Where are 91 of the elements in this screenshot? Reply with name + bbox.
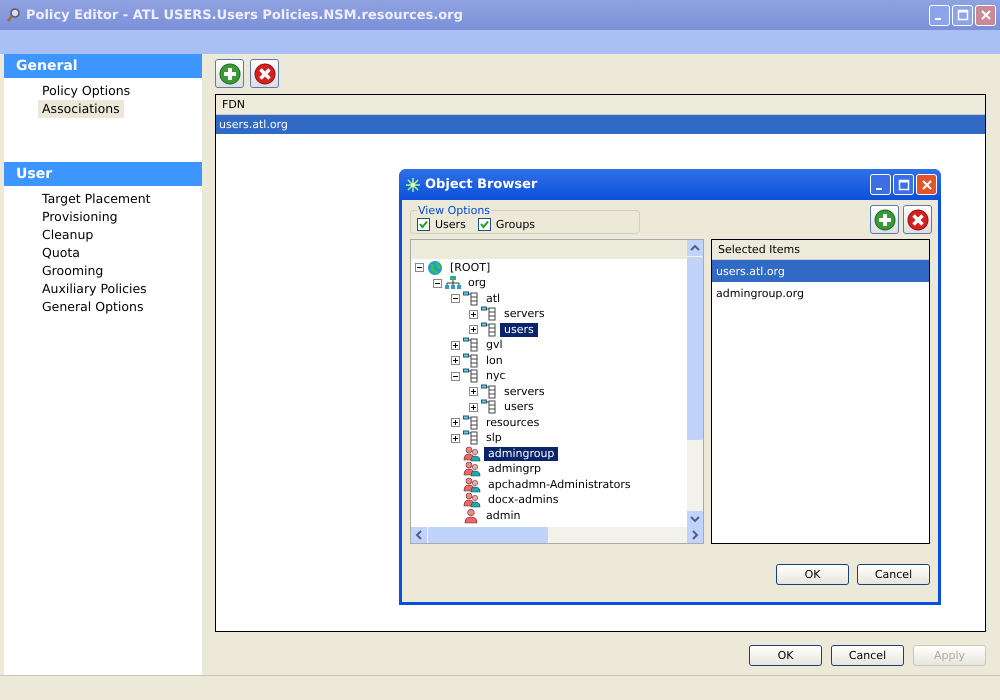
sidebar-item[interactable]: General Options — [38, 298, 148, 316]
expander-icon[interactable] — [469, 325, 478, 334]
remove-button[interactable] — [903, 205, 932, 234]
maximize-button[interactable] — [893, 174, 914, 195]
tree-item[interactable]: servers — [500, 307, 549, 322]
sidebar-item[interactable]: Cleanup — [38, 226, 98, 244]
minimize-button[interactable] — [870, 174, 891, 195]
container-icon — [463, 337, 479, 354]
expander-icon[interactable] — [451, 418, 460, 428]
expander-icon[interactable] — [415, 263, 424, 272]
remove-button[interactable] — [250, 59, 279, 88]
user-group-icon — [463, 446, 481, 462]
tree-item[interactable]: admin — [482, 508, 524, 523]
container-icon — [463, 352, 479, 369]
magnifier-icon — [6, 7, 22, 23]
container-icon — [481, 399, 497, 416]
tree-item[interactable]: slp — [482, 431, 506, 446]
tree-item[interactable]: [ROOT] — [446, 260, 494, 275]
container-icon — [463, 290, 479, 307]
globe-icon — [427, 260, 443, 276]
sidebar-item[interactable]: Associations — [38, 100, 124, 118]
sidebar-item[interactable]: Policy Options — [38, 82, 134, 100]
user-icon — [463, 508, 479, 524]
container-icon — [481, 384, 497, 400]
tree-item[interactable]: atl — [482, 292, 504, 306]
column-header[interactable]: FDN — [216, 98, 246, 111]
container-icon — [463, 430, 479, 446]
table-row[interactable]: users.atl.org — [216, 115, 985, 134]
tree-item[interactable]: nyc — [482, 369, 510, 384]
checkbox[interactable]: Users — [417, 218, 466, 230]
add-button[interactable] — [870, 205, 899, 234]
dialog-title: Object Browser — [425, 177, 538, 192]
column-header[interactable]: Selected Items — [712, 240, 929, 260]
sparkle-icon — [405, 176, 421, 192]
container-icon — [481, 322, 497, 338]
close-icon — [920, 178, 932, 190]
hierarchy-icon — [445, 275, 461, 292]
tree-item[interactable]: docx-admins — [484, 493, 562, 508]
dialog-button[interactable]: Cancel — [857, 564, 930, 585]
close-icon — [980, 9, 992, 21]
maximize-icon — [956, 9, 968, 21]
user-group-icon — [463, 476, 481, 493]
container-icon — [481, 306, 497, 322]
add-button[interactable] — [215, 59, 244, 88]
dialog-button[interactable]: OK — [749, 645, 822, 666]
tree-item[interactable]: apchadmn-Administrators — [484, 478, 635, 492]
minimize-icon — [876, 188, 882, 190]
expander-icon[interactable] — [469, 310, 478, 319]
user-group-icon — [463, 461, 481, 478]
tree-item[interactable]: gvl — [482, 338, 507, 352]
sidebar-item[interactable]: Provisioning — [38, 208, 122, 226]
sidebar-item[interactable]: Target Placement — [38, 190, 155, 208]
expander-icon[interactable] — [451, 372, 460, 381]
user-group-icon — [463, 492, 481, 508]
container-icon — [463, 368, 479, 384]
expander-icon[interactable] — [451, 434, 460, 443]
expander-icon[interactable] — [433, 278, 442, 288]
sidebar-item[interactable]: Auxiliary Policies — [38, 280, 151, 298]
minimize-button[interactable] — [929, 4, 950, 26]
expander-icon[interactable] — [469, 402, 478, 412]
close-button[interactable] — [916, 174, 937, 195]
dialog-button[interactable]: Cancel — [831, 645, 904, 666]
checkbox-box[interactable] — [478, 218, 491, 230]
group-title: View Options — [417, 204, 492, 217]
list-item[interactable]: admingroup.org — [712, 282, 929, 304]
expander-icon[interactable] — [451, 356, 460, 366]
expander-icon[interactable] — [451, 294, 460, 304]
minimize-icon — [934, 18, 940, 20]
tree-item[interactable]: resources — [482, 416, 544, 430]
section-header: General — [4, 54, 202, 78]
maximize-button[interactable] — [952, 4, 973, 26]
tree-item[interactable]: admingroup — [484, 446, 558, 461]
sidebar-item[interactable]: Quota — [38, 244, 84, 262]
tree-item[interactable]: servers — [500, 384, 549, 399]
tree-item[interactable]: org — [464, 276, 490, 290]
window-title: Policy Editor - ATL USERS.Users Policies.NSM.resources.org — [26, 8, 464, 22]
sidebar-item[interactable]: Grooming — [38, 262, 108, 280]
container-icon — [463, 414, 479, 431]
close-button[interactable] — [975, 4, 996, 26]
expander-icon[interactable] — [469, 387, 478, 396]
tree-item[interactable]: users — [500, 322, 538, 337]
maximize-icon — [898, 178, 910, 190]
dialog-button[interactable]: OK — [776, 564, 849, 585]
tree-item[interactable]: users — [500, 400, 538, 414]
checkbox[interactable]: Groups — [478, 218, 536, 230]
section-header: User — [4, 162, 202, 186]
tree-item[interactable]: lon — [482, 354, 507, 368]
checkbox-box[interactable] — [417, 218, 430, 230]
tree-item[interactable]: admingrp — [484, 462, 545, 476]
list-item[interactable]: users.atl.org — [712, 260, 929, 282]
expander-icon[interactable] — [451, 340, 460, 350]
